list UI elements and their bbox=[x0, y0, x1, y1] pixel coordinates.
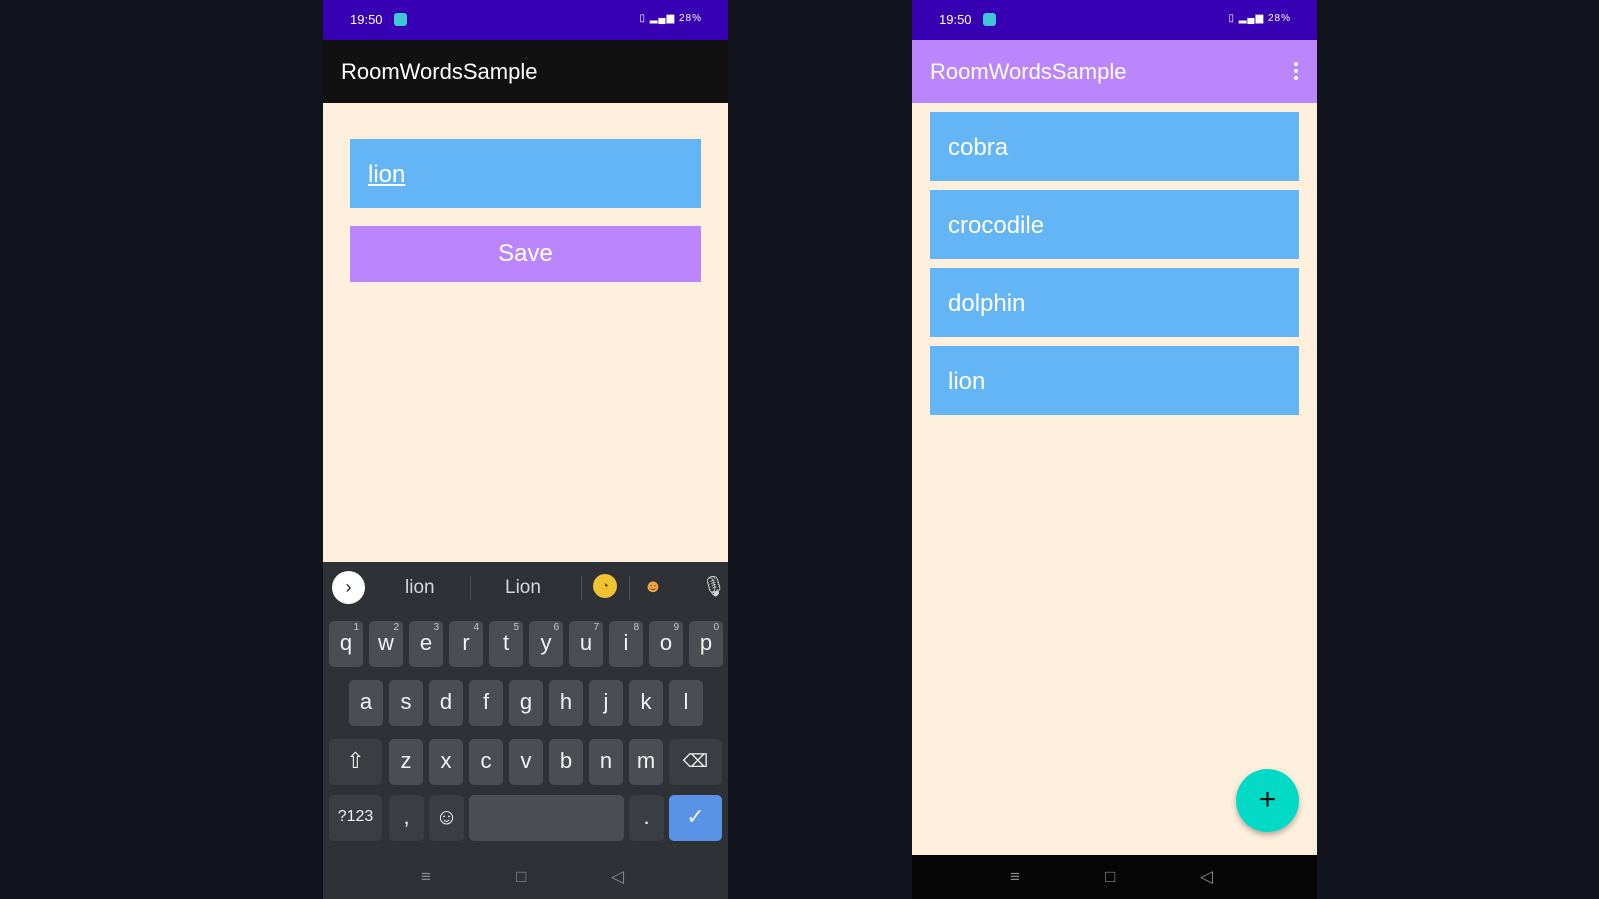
expand-toolbar-icon[interactable]: › bbox=[332, 571, 365, 604]
sticker-icon[interactable]: ◔ bbox=[593, 574, 617, 598]
key-m[interactable]: m bbox=[629, 739, 663, 785]
navigation-bar: ≡ □ ◁ bbox=[912, 855, 1317, 899]
key-hint: 8 bbox=[633, 622, 639, 633]
suggestion-word[interactable]: Lion bbox=[505, 577, 541, 599]
key-l[interactable]: l bbox=[669, 680, 703, 726]
backspace-key-icon[interactable]: ⌫ bbox=[669, 739, 722, 785]
add-word-fab[interactable]: + bbox=[1236, 769, 1299, 832]
key-hint: 7 bbox=[593, 622, 599, 633]
key-d[interactable]: d bbox=[429, 680, 463, 726]
status-time: 19:50 bbox=[350, 12, 383, 27]
key-p[interactable]: p0 bbox=[689, 621, 723, 667]
key-u[interactable]: u7 bbox=[569, 621, 603, 667]
key-n[interactable]: n bbox=[589, 739, 623, 785]
soft-keyboard: › lion Lion ◔ ☻ 🎙 q1w2e3r4t5y6u7i8o9p0 a… bbox=[323, 562, 728, 899]
system-indicators: ▯ ▂▄▆ 28% bbox=[639, 13, 702, 24]
key-f[interactable]: f bbox=[469, 680, 503, 726]
key-w[interactable]: w2 bbox=[369, 621, 403, 667]
key-x[interactable]: x bbox=[429, 739, 463, 785]
symbols-key[interactable]: ?123 bbox=[329, 795, 382, 841]
key-k[interactable]: k bbox=[629, 680, 663, 726]
key-g[interactable]: g bbox=[509, 680, 543, 726]
divider bbox=[470, 576, 471, 600]
menu-icon[interactable]: ≡ bbox=[421, 867, 431, 887]
key-h[interactable]: h bbox=[549, 680, 583, 726]
battery-level: 28% bbox=[678, 13, 702, 24]
word-input[interactable]: lion bbox=[350, 139, 701, 208]
key-b[interactable]: b bbox=[549, 739, 583, 785]
divider bbox=[629, 576, 630, 600]
back-icon[interactable]: ◁ bbox=[611, 867, 624, 887]
vibrate-icon: ▯ bbox=[1228, 13, 1235, 24]
key-s[interactable]: s bbox=[389, 680, 423, 726]
key-y[interactable]: y6 bbox=[529, 621, 563, 667]
word-list-item[interactable]: dolphin bbox=[930, 268, 1299, 337]
notification-icon bbox=[983, 13, 996, 26]
app-bar: RoomWordsSample bbox=[323, 40, 728, 103]
battery-level: 28% bbox=[1267, 13, 1291, 24]
word-list-item[interactable]: lion bbox=[930, 346, 1299, 415]
signal-icon: ▂▄▆ bbox=[649, 13, 676, 24]
overflow-menu-icon[interactable] bbox=[1293, 62, 1299, 82]
key-z[interactable]: z bbox=[389, 739, 423, 785]
key-t[interactable]: t5 bbox=[489, 621, 523, 667]
space-key[interactable] bbox=[469, 795, 624, 841]
word-list-item[interactable]: cobra bbox=[930, 112, 1299, 181]
signal-icon: ▂▄▆ bbox=[1238, 13, 1265, 24]
key-i[interactable]: i8 bbox=[609, 621, 643, 667]
period-key[interactable]: . bbox=[629, 795, 664, 841]
phone-screen-right: 19:50 ▯ ▂▄▆ 28% RoomWordsSample cobra cr… bbox=[912, 0, 1317, 899]
key-hint: 6 bbox=[553, 622, 559, 633]
home-icon[interactable]: □ bbox=[516, 867, 526, 887]
status-bar: 19:50 ▯ ▂▄▆ 28% bbox=[912, 0, 1317, 40]
menu-icon[interactable]: ≡ bbox=[1010, 867, 1020, 887]
back-icon[interactable]: ◁ bbox=[1200, 867, 1213, 887]
key-hint: 9 bbox=[673, 622, 679, 633]
app-title: RoomWordsSample bbox=[341, 59, 538, 84]
key-hint: 0 bbox=[713, 622, 719, 633]
key-q[interactable]: q1 bbox=[329, 621, 363, 667]
microphone-icon[interactable]: 🎙 bbox=[701, 574, 726, 599]
key-e[interactable]: e3 bbox=[409, 621, 443, 667]
divider bbox=[581, 576, 582, 600]
notification-icon bbox=[394, 13, 407, 26]
app-title: RoomWordsSample bbox=[930, 59, 1127, 84]
emoji-key-icon[interactable]: ☺ bbox=[429, 795, 464, 841]
word-list-item[interactable]: crocodile bbox=[930, 190, 1299, 259]
key-hint: 4 bbox=[473, 622, 479, 633]
status-bar: 19:50 ▯ ▂▄▆ 28% bbox=[323, 0, 728, 40]
shift-key-icon[interactable]: ⇧ bbox=[329, 739, 382, 785]
app-bar: RoomWordsSample bbox=[912, 40, 1317, 103]
key-a[interactable]: a bbox=[349, 680, 383, 726]
lion-face-emoji-icon[interactable]: ☻ bbox=[641, 574, 665, 598]
vibrate-icon: ▯ bbox=[639, 13, 646, 24]
suggestion-word[interactable]: lion bbox=[405, 577, 435, 599]
save-button[interactable]: Save bbox=[350, 226, 701, 282]
home-icon[interactable]: □ bbox=[1105, 867, 1115, 887]
suggestion-strip: › lion Lion ◔ ☻ 🎙 bbox=[323, 562, 728, 612]
key-r[interactable]: r4 bbox=[449, 621, 483, 667]
done-check-icon[interactable]: ✓ bbox=[669, 795, 722, 841]
system-indicators: ▯ ▂▄▆ 28% bbox=[1228, 13, 1291, 24]
key-hint: 2 bbox=[393, 622, 399, 633]
key-hint: 1 bbox=[353, 622, 359, 633]
key-c[interactable]: c bbox=[469, 739, 503, 785]
status-time: 19:50 bbox=[939, 12, 972, 27]
key-hint: 5 bbox=[513, 622, 519, 633]
comma-key[interactable]: , bbox=[389, 795, 424, 841]
key-hint: 3 bbox=[433, 622, 439, 633]
navigation-bar: ≡ □ ◁ bbox=[323, 855, 728, 899]
key-v[interactable]: v bbox=[509, 739, 543, 785]
phone-screen-left: 19:50 ▯ ▂▄▆ 28% RoomWordsSample lion Sav… bbox=[323, 0, 728, 899]
key-j[interactable]: j bbox=[589, 680, 623, 726]
key-o[interactable]: o9 bbox=[649, 621, 683, 667]
